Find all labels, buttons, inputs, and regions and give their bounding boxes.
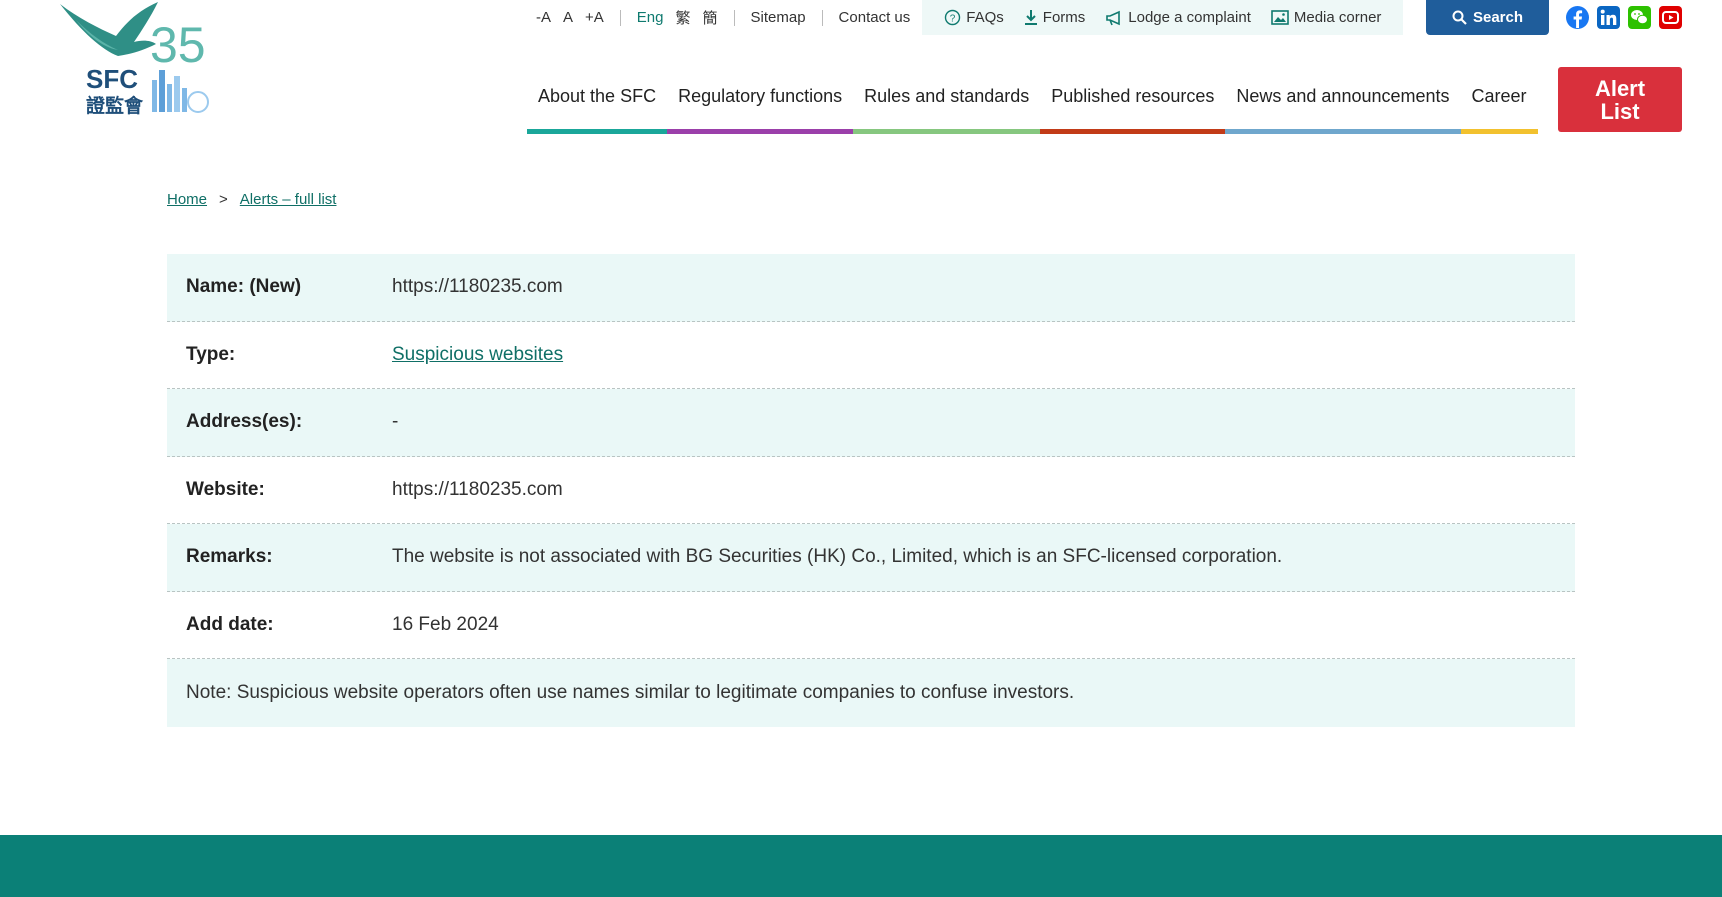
youtube-icon (1662, 11, 1679, 24)
sfc-35-logo[interactable]: 35 SFC 證監會 (58, 0, 216, 117)
detail-row-remarks: Remarks: The website is not associated w… (167, 524, 1575, 592)
add-date-value: 16 Feb 2024 (392, 613, 499, 635)
nav-published-resources[interactable]: Published resources (1040, 78, 1226, 134)
nav-label: News and announcements (1236, 86, 1450, 106)
breadcrumb-separator: > (219, 191, 228, 208)
lang-simplified-chinese-link[interactable]: 簡 (697, 7, 724, 28)
font-smaller-button[interactable]: -A (530, 9, 557, 26)
name-label: Name: (New) (186, 276, 302, 298)
remarks-value: The website is not associated with BG Se… (392, 546, 1283, 568)
forms-link[interactable]: Forms (1024, 9, 1086, 26)
sitemap-link[interactable]: Sitemap (745, 9, 812, 26)
media-corner-link[interactable]: Media corner (1271, 9, 1382, 26)
website-value: https://1180235.com (392, 478, 563, 500)
svg-text:證監會: 證監會 (86, 94, 144, 116)
detail-note: Note: Suspicious website operators often… (167, 659, 1575, 727)
type-suspicious-websites-link[interactable]: Suspicious websites (392, 344, 563, 365)
breadcrumb: Home > Alerts – full list (167, 191, 336, 208)
address-label: Address(es): (186, 411, 303, 433)
nav-underline (853, 129, 1041, 134)
font-normal-button[interactable]: A (557, 9, 579, 26)
nav-label: About the SFC (538, 86, 657, 106)
svg-text:SFC: SFC (86, 64, 138, 94)
divider (733, 9, 735, 26)
svg-text:?: ? (950, 14, 956, 25)
nav-label: Rules and standards (864, 86, 1030, 106)
alert-label-line2: List (1600, 98, 1640, 124)
lang-english-link[interactable]: Eng (631, 9, 670, 26)
breadcrumb-alerts-full-list-link[interactable]: Alerts – full list (240, 191, 337, 208)
site-header: 35 SFC 證監會 -A A +A Eng 繁 簡 Sitemap Conta… (0, 0, 1722, 140)
breadcrumb-home-link[interactable]: Home (167, 191, 207, 208)
site-footer (0, 835, 1722, 897)
question-circle-icon: ? (945, 9, 961, 26)
type-label: Type: (186, 343, 236, 365)
faqs-link[interactable]: ? FAQs (944, 9, 1004, 26)
alert-details-table: Name: (New) https://1180235.com Type: Su… (167, 254, 1575, 727)
youtube-link[interactable] (1659, 6, 1682, 29)
search-label: Search (1472, 9, 1524, 26)
facebook-link[interactable] (1566, 6, 1589, 29)
utility-bar: -A A +A Eng 繁 簡 Sitemap Contact us ? FAQ… (530, 0, 1404, 35)
alert-list-button[interactable]: Alert List (1558, 67, 1682, 132)
detail-row-website: Website: https://1180235.com (167, 457, 1575, 524)
complaint-label: Lodge a complaint (1128, 9, 1251, 26)
quick-links: ? FAQs Forms Lodge a complaint Media cor… (922, 0, 1404, 35)
wechat-icon (1631, 10, 1648, 25)
website-label: Website: (186, 478, 265, 500)
nav-news-and-announcements[interactable]: News and announcements (1225, 78, 1461, 134)
download-icon (1024, 10, 1037, 25)
nav-underline (667, 129, 854, 134)
nav-rules-and-standards[interactable]: Rules and standards (853, 78, 1041, 134)
nav-underline (1460, 129, 1538, 134)
add-date-label: Add date: (186, 613, 274, 635)
lang-traditional-chinese-link[interactable]: 繁 (669, 7, 696, 28)
nav-label: Published resources (1051, 86, 1215, 106)
wechat-link[interactable] (1628, 6, 1651, 29)
divider (619, 9, 621, 26)
nav-about-the-sfc[interactable]: About the SFC (527, 78, 668, 134)
media-label: Media corner (1293, 9, 1382, 26)
faqs-label: FAQs (966, 9, 1004, 26)
megaphone-icon (1106, 10, 1121, 25)
detail-row-add-date: Add date: 16 Feb 2024 (167, 592, 1575, 659)
alert-list-label: Alert List (1595, 77, 1645, 123)
search-button[interactable]: Search (1426, 0, 1549, 35)
image-icon (1271, 10, 1289, 25)
font-larger-button[interactable]: +A (579, 9, 610, 26)
contact-us-link[interactable]: Contact us (833, 9, 917, 26)
nav-career[interactable]: Career (1460, 78, 1538, 134)
facebook-icon (1573, 10, 1583, 28)
detail-row-type: Type: Suspicious websites (167, 322, 1575, 389)
divider (821, 9, 823, 26)
remarks-label: Remarks: (186, 546, 273, 568)
nav-underline (527, 129, 668, 134)
linkedin-link[interactable] (1597, 6, 1620, 29)
address-value: - (392, 411, 399, 433)
social-links (1566, 6, 1690, 29)
main-navigation: About the SFC Regulatory functions Rules… (527, 78, 1538, 134)
forms-label: Forms (1042, 9, 1086, 26)
sfc-logo-icon: 35 SFC 證監會 (60, 2, 209, 117)
nav-underline (1225, 129, 1461, 134)
search-icon (1452, 10, 1467, 25)
alert-label-line1: Alert (1594, 75, 1646, 101)
svg-text:35: 35 (150, 17, 206, 73)
nav-label: Regulatory functions (678, 86, 843, 106)
nav-regulatory-functions[interactable]: Regulatory functions (667, 78, 854, 134)
nav-underline (1040, 129, 1226, 134)
nav-label: Career (1471, 86, 1527, 106)
name-value: https://1180235.com (392, 276, 563, 298)
linkedin-icon (1600, 9, 1617, 25)
detail-row-name: Name: (New) https://1180235.com (167, 254, 1575, 322)
detail-row-address: Address(es): - (167, 389, 1575, 457)
lodge-complaint-link[interactable]: Lodge a complaint (1105, 9, 1251, 26)
